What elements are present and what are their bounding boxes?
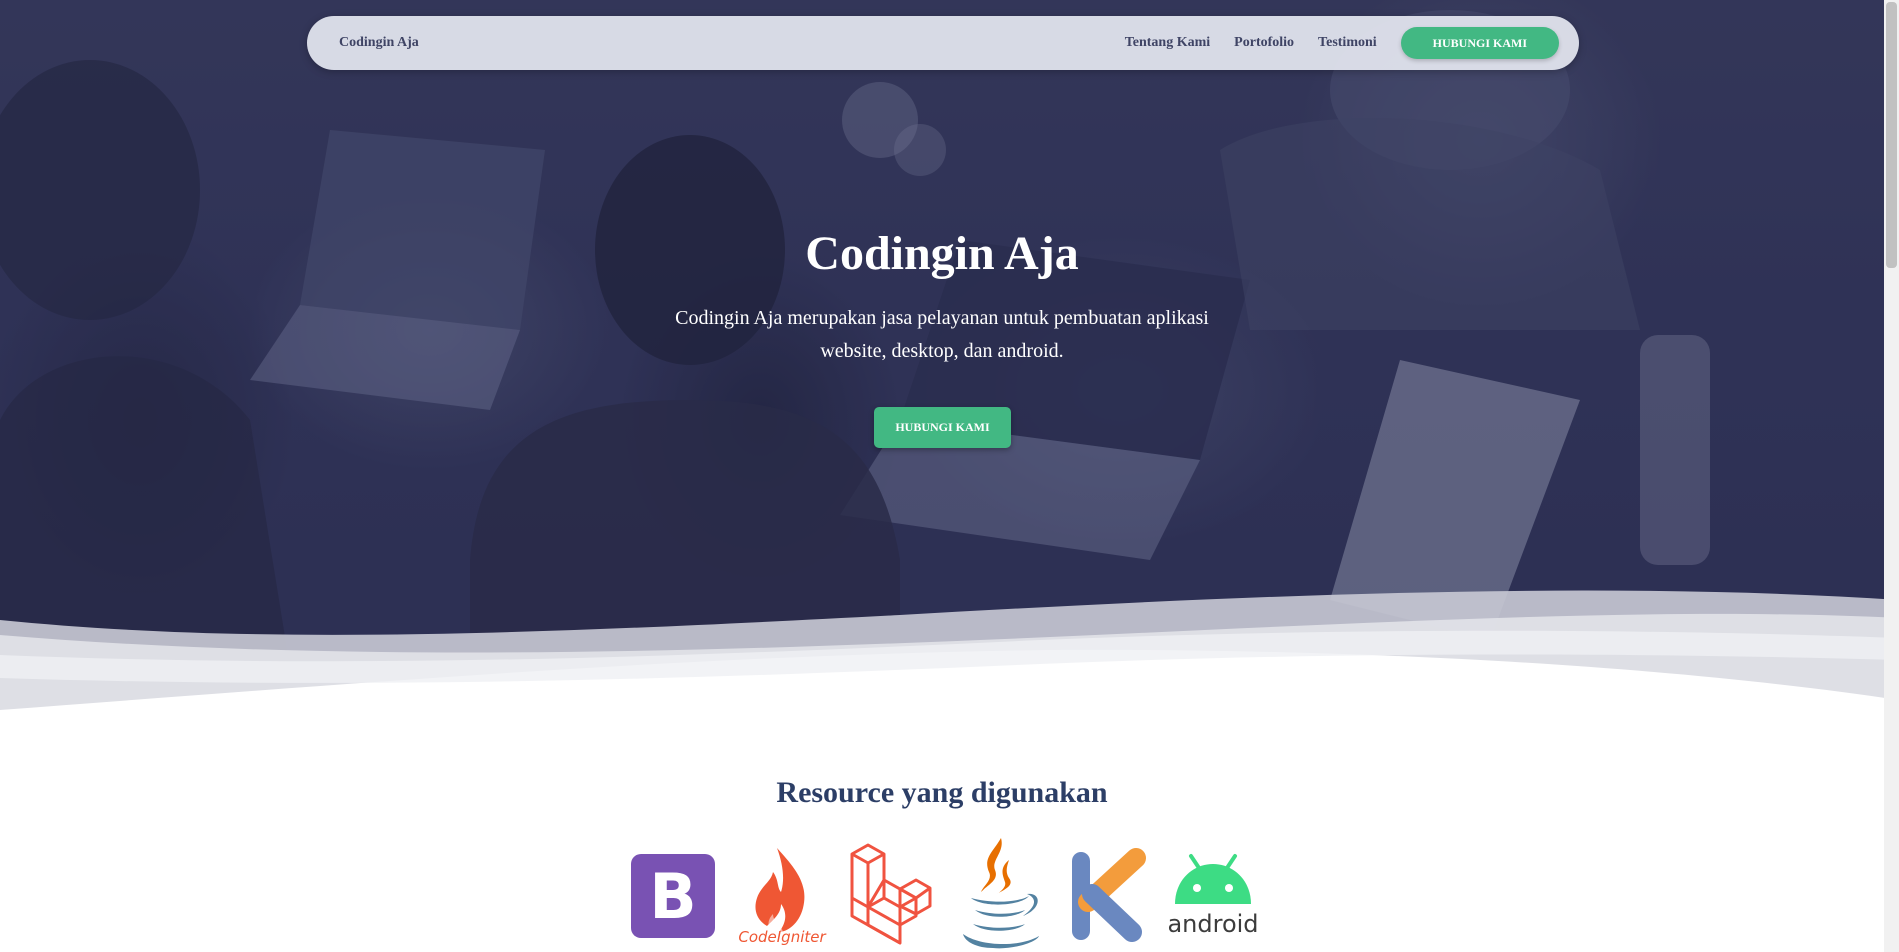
hero-title: Codingin Aja [805, 227, 1079, 280]
nav-links: Tentang Kami Portofolio Testimoni HUBUNG… [1125, 16, 1559, 70]
bootstrap-logo: B [630, 836, 716, 952]
nav-contact-button[interactable]: HUBUNGI KAMI [1400, 27, 1559, 59]
android-logo: android [1167, 836, 1259, 952]
scrollbar-thumb[interactable] [1886, 2, 1897, 268]
page-scrollbar[interactable] [1884, 0, 1899, 952]
nav-link-testimoni[interactable]: Testimoni [1318, 35, 1377, 51]
java-logo [953, 836, 1045, 952]
laravel-logo [846, 836, 932, 952]
hero-description: Codingin Aja merupakan jasa pelayanan un… [675, 307, 1209, 362]
hero-wave-divider [0, 590, 1899, 730]
svg-text:B: B [649, 860, 696, 933]
kotlin-logo [1062, 836, 1148, 952]
nav-link-portofolio[interactable]: Portofolio [1234, 35, 1294, 51]
android-caption: android [1167, 910, 1259, 938]
codeigniter-caption: CodeIgniter [738, 928, 826, 946]
resources-title: Resource yang digunakan [776, 776, 1108, 809]
navbar: Codingin Aja Tentang Kami Portofolio Tes… [307, 16, 1579, 70]
hero-contact-button[interactable]: HUBUNGI KAMI [874, 407, 1011, 448]
brand-link[interactable]: Codingin Aja [339, 16, 419, 70]
codeigniter-logo: CodeIgniter [737, 836, 827, 952]
nav-link-tentang-kami[interactable]: Tentang Kami [1125, 35, 1210, 51]
